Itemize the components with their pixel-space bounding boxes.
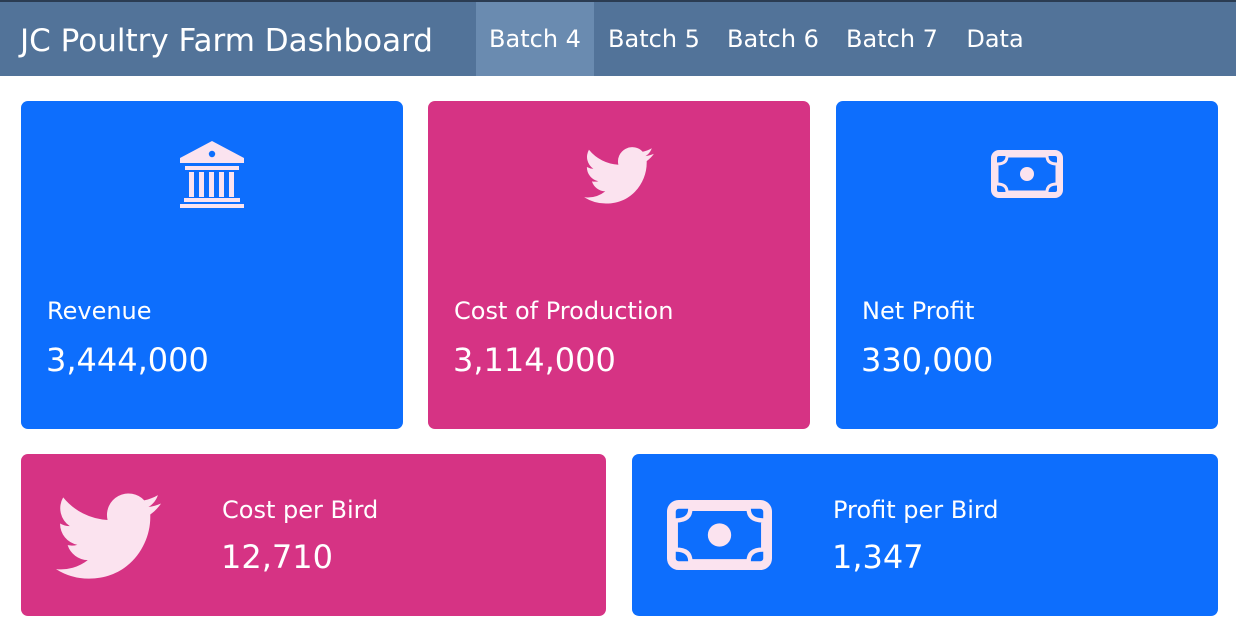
- tab-data[interactable]: Data: [953, 2, 1037, 76]
- cost-of-production-card: Cost of Production 3,114,000: [428, 101, 810, 429]
- top-navbar: JC Poultry Farm Dashboard Batch 4 Batch …: [0, 0, 1236, 76]
- bird-icon: [584, 147, 654, 209]
- bird-icon: [56, 492, 162, 586]
- cost-per-bird-value: 12,710: [221, 538, 333, 576]
- bank-icon: [177, 139, 247, 213]
- tab-batch-4[interactable]: Batch 4: [476, 2, 594, 76]
- tab-batch-7[interactable]: Batch 7: [834, 2, 950, 76]
- cost-per-bird-label: Cost per Bird: [222, 496, 379, 524]
- revenue-label: Revenue: [47, 297, 152, 325]
- tab-batch-5[interactable]: Batch 5: [596, 2, 712, 76]
- profit-per-bird-label: Profit per Bird: [833, 496, 999, 524]
- net-profit-value: 330,000: [861, 341, 994, 379]
- net-profit-label: Net Profit: [862, 297, 975, 325]
- net-profit-card: Net Profit 330,000: [836, 101, 1218, 429]
- tab-batch-6[interactable]: Batch 6: [715, 2, 831, 76]
- cost-of-production-label: Cost of Production: [454, 297, 674, 325]
- profit-per-bird-value: 1,347: [832, 538, 924, 576]
- dashboard-title[interactable]: JC Poultry Farm Dashboard: [20, 23, 433, 59]
- profit-per-bird-card: Profit per Bird 1,347: [632, 454, 1218, 616]
- cost-of-production-value: 3,114,000: [453, 341, 616, 379]
- revenue-value: 3,444,000: [46, 341, 209, 379]
- cash-icon: [991, 150, 1063, 202]
- revenue-card: Revenue 3,444,000: [21, 101, 403, 429]
- cost-per-bird-card: Cost per Bird 12,710: [21, 454, 606, 616]
- cash-icon: [666, 500, 773, 574]
